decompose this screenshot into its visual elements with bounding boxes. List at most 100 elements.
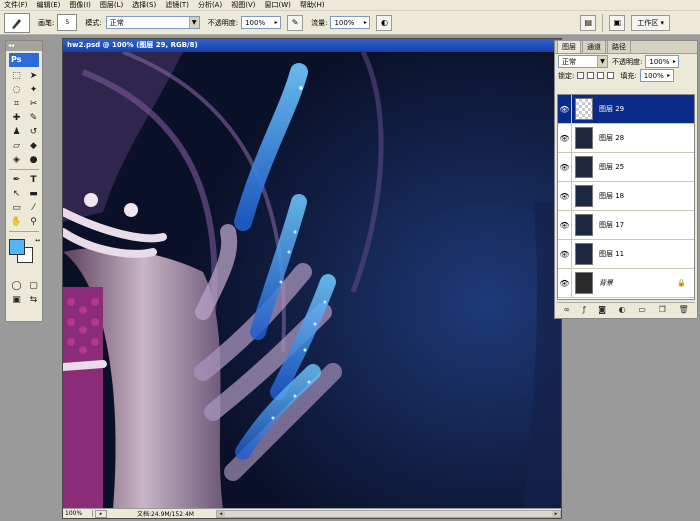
canvas-artwork[interactable] (63, 52, 561, 509)
lasso-tool-icon[interactable]: ◌ (9, 83, 24, 96)
lock-pixels-icon[interactable] (587, 72, 595, 79)
zoom-level[interactable]: 100% (63, 510, 93, 517)
eye-icon[interactable]: 👁 (558, 269, 572, 297)
layer-name: 背景 (599, 279, 613, 287)
screen-mode-icon[interactable]: ▣ (9, 293, 24, 306)
new-group-icon[interactable]: ▭ (638, 305, 646, 314)
status-menu-icon[interactable]: ▸ (95, 509, 107, 518)
pressure-button[interactable]: ◐ (376, 14, 393, 31)
magic-wand-tool-icon[interactable]: ✦ (26, 83, 41, 96)
brush-size-picker[interactable]: 5 (57, 14, 78, 31)
hand-tool-icon[interactable]: ✋ (9, 215, 24, 228)
brushes-palette-button[interactable]: ▤ (580, 14, 597, 31)
document-title-bar[interactable]: hw2.psd @ 100% (图层 29, RGB/8) (63, 39, 561, 52)
layer-mask-icon[interactable]: ◙ (598, 305, 606, 314)
layer-style-icon[interactable]: ƒ (583, 305, 586, 314)
eraser-tool-icon[interactable]: ▱ (9, 139, 24, 152)
layer-row[interactable]: 👁 图层 18 (558, 182, 694, 211)
menu-window[interactable]: 窗口(W) (264, 0, 290, 10)
dodge-tool-icon[interactable]: ● (26, 153, 41, 166)
blend-mode-select[interactable]: 正常 ▼ (558, 55, 608, 68)
menu-edit[interactable]: 编辑(E) (37, 0, 61, 10)
eye-icon[interactable]: 👁 (558, 95, 572, 123)
path-select-tool-icon[interactable]: ↖ (9, 187, 24, 200)
move-tool-icon[interactable]: ➤ (26, 69, 41, 82)
menu-image[interactable]: 图像(I) (69, 0, 91, 10)
menu-filter[interactable]: 滤镜(T) (165, 0, 189, 10)
horizontal-scrollbar[interactable]: ◂ ▸ (215, 509, 561, 518)
tab-layers[interactable]: 图层 (557, 40, 581, 53)
layer-row[interactable]: 👁 图层 29 (558, 95, 694, 124)
layer-name: 图层 25 (599, 163, 625, 171)
eye-icon[interactable]: 👁 (558, 240, 572, 268)
flow-field[interactable]: 100% ▸ (330, 16, 371, 29)
link-layers-icon[interactable]: ∞ (563, 305, 570, 314)
options-bar: 画笔: 5 模式: 正常 ▼ 不透明度: 100% ▸ ✎ 流量: 100% ▸… (0, 11, 700, 35)
lock-all-icon[interactable] (607, 72, 615, 79)
layer-name: 图层 17 (599, 221, 625, 229)
mode-select[interactable]: 正常 ▼ (105, 16, 200, 29)
eye-icon[interactable]: 👁 (558, 182, 572, 210)
menu-analysis[interactable]: 分析(A) (198, 0, 222, 10)
layer-row[interactable]: 👁 图层 28 (558, 124, 694, 153)
foreground-color-swatch[interactable] (9, 239, 25, 255)
layer-thumbnail (575, 185, 593, 207)
imageready-icon[interactable]: ⇆ (26, 293, 41, 306)
slice-tool-icon[interactable]: ✂ (26, 97, 41, 110)
lock-transparency-icon[interactable] (577, 72, 585, 79)
menu-select[interactable]: 选择(S) (132, 0, 156, 10)
marquee-tool-icon[interactable]: ⬚ (9, 69, 24, 82)
fill-field[interactable]: 100% ▸ (639, 69, 674, 82)
pen-tool-icon[interactable]: ✒ (9, 173, 24, 186)
airbrush-button[interactable]: ✎ (287, 14, 304, 31)
menu-view[interactable]: 视图(V) (231, 0, 255, 10)
shape-tool-icon[interactable]: ▬ (26, 187, 41, 200)
layer-row[interactable]: 👁 图层 11 (558, 240, 694, 269)
eye-icon[interactable]: 👁 (558, 153, 572, 181)
lock-icon: 🔒 (677, 279, 686, 287)
layer-row[interactable]: 👁 图层 25 (558, 153, 694, 182)
eyedropper-tool-icon[interactable]: ⁄ (26, 201, 41, 214)
bridge-button[interactable]: ▣ (609, 14, 626, 31)
tablet-icon: ◐ (380, 18, 388, 27)
toolbox-header[interactable]: ◂◂ (6, 41, 42, 51)
toolbox: ◂◂ Ps ⬚ ➤ ◌ ✦ ⌗ ✂ ✚ ✎ ♟ ↺ ▱ ◆ ◈ ● ✒ T ↖ … (5, 40, 43, 322)
brush-tool-icon[interactable]: ✎ (26, 111, 41, 124)
quick-mask-icon[interactable]: ◯ (9, 279, 24, 292)
tab-paths[interactable]: 路径 (607, 40, 631, 53)
paint-bucket-tool-icon[interactable]: ◆ (26, 139, 41, 152)
tool-preset-picker[interactable] (4, 12, 30, 33)
app-logo[interactable]: Ps (9, 53, 39, 67)
layer-row[interactable]: 👁 图层 17 (558, 211, 694, 240)
zoom-tool-icon[interactable]: ⚲ (26, 215, 41, 228)
blur-tool-icon[interactable]: ◈ (9, 153, 24, 166)
swap-colors-icon[interactable]: ↔ (35, 237, 40, 244)
layer-thumbnail (575, 98, 593, 120)
layer-opacity-field[interactable]: 100% ▸ (645, 55, 680, 68)
workspace-button[interactable]: 工作区 ▾ (631, 14, 670, 31)
eye-icon[interactable]: 👁 (558, 124, 572, 152)
stamp-tool-icon[interactable]: ♟ (9, 125, 24, 138)
new-layer-icon[interactable]: ❐ (659, 305, 666, 314)
menu-file[interactable]: 文件(F) (4, 0, 28, 10)
crop-tool-icon[interactable]: ⌗ (9, 97, 24, 110)
scroll-left-icon[interactable]: ◂ (216, 510, 225, 517)
layer-thumbnail (575, 214, 593, 236)
lock-position-icon[interactable] (597, 72, 605, 79)
adjustment-layer-icon[interactable]: ◐ (619, 305, 626, 314)
delete-layer-icon[interactable]: 🗑 (678, 305, 688, 314)
menu-layer[interactable]: 图层(L) (100, 0, 123, 10)
standard-mode-icon[interactable]: ▢ (26, 279, 41, 292)
scroll-right-icon[interactable]: ▸ (552, 510, 560, 517)
tab-channels[interactable]: 通道 (582, 40, 606, 53)
layer-row[interactable]: 👁 背景 🔒 (558, 269, 694, 298)
opacity-field[interactable]: 100% ▸ (241, 16, 282, 29)
layer-thumbnail (575, 127, 593, 149)
eye-icon[interactable]: 👁 (558, 211, 572, 239)
menu-help[interactable]: 帮助(H) (300, 0, 325, 10)
history-brush-tool-icon[interactable]: ↺ (26, 125, 41, 138)
document-title: hw2.psd @ 100% (图层 29, RGB/8) (67, 41, 198, 49)
notes-tool-icon[interactable]: ▭ (9, 201, 24, 214)
healing-tool-icon[interactable]: ✚ (9, 111, 24, 124)
type-tool-icon[interactable]: T (26, 173, 41, 186)
